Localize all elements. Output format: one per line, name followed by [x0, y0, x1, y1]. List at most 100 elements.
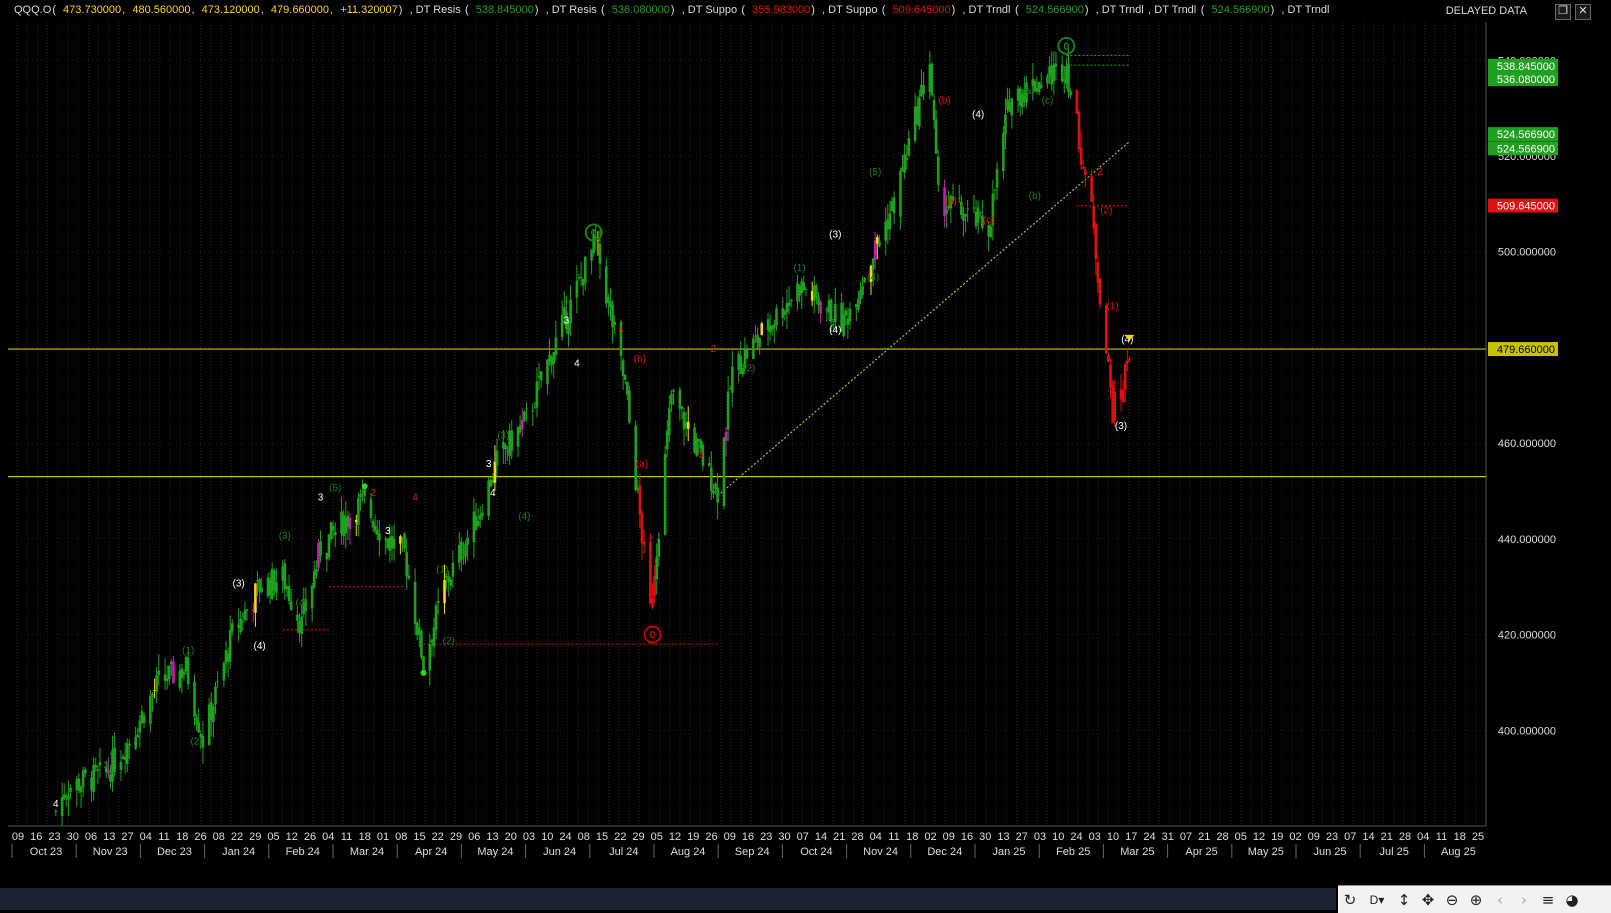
candle-body [640, 512, 644, 543]
candle-body [833, 304, 837, 323]
header-punct: , [122, 4, 126, 16]
candle-body [1067, 63, 1070, 92]
forward-icon[interactable]: › [1512, 888, 1536, 912]
candle-body [193, 681, 196, 717]
candle-body [678, 389, 682, 409]
back-icon[interactable]: ‹ [1488, 888, 1512, 912]
candle-body [476, 520, 480, 526]
wave-label: (1) [793, 263, 805, 274]
list-icon[interactable]: ≡ [1536, 888, 1560, 912]
range-icon[interactable]: ↕ [1392, 888, 1416, 912]
candle-body [239, 618, 243, 633]
zoom-in-icon[interactable]: ⊕ [1464, 888, 1488, 912]
candle-body [460, 541, 463, 560]
candle-body [1069, 91, 1072, 96]
wave-label: (3) [829, 229, 841, 240]
wave-label: (1) [182, 646, 194, 657]
wave-label: (3) [232, 579, 244, 590]
price-label-text: 538.845000 [1497, 61, 1555, 73]
x-day-tick: 21 [833, 831, 845, 843]
candle-body [857, 298, 860, 311]
candle-body [905, 157, 909, 161]
x-day-tick: 05 [1235, 831, 1247, 843]
x-day-tick: 21 [1198, 831, 1210, 843]
x-day-tick: 04 [322, 831, 334, 843]
x-month-label: Jul 24 [609, 846, 638, 858]
candle-body [957, 197, 961, 199]
x-day-tick: 11 [1436, 831, 1447, 843]
candle-body [92, 764, 95, 793]
x-day-tick: 11 [341, 831, 352, 843]
x-day-tick: 13 [103, 831, 115, 843]
candle-body [283, 563, 287, 590]
wave-label: (c) [1042, 95, 1054, 106]
candle-body [98, 762, 102, 766]
x-day-tick: 09 [724, 831, 736, 843]
indicator-name: , DT Trndl [962, 4, 1011, 16]
candle-body [1039, 84, 1043, 88]
y-tick-label: 500.000000 [1498, 247, 1556, 259]
candle-body [1077, 111, 1081, 150]
candle-body [228, 629, 232, 662]
candle-body [241, 621, 245, 623]
zoom-out-icon[interactable]: ⊖ [1440, 888, 1464, 912]
candle-body [369, 499, 373, 518]
candle-body [745, 349, 749, 359]
x-month-label: Aug 24 [671, 846, 706, 858]
candle-body [848, 308, 852, 322]
x-month-label: Aug 25 [1441, 846, 1476, 858]
price-label-text: 479.660000 [1497, 344, 1555, 356]
x-day-tick: 23 [48, 831, 60, 843]
price-label-text: 509.645000 [1497, 201, 1555, 213]
refresh-icon[interactable]: ↻ [1338, 888, 1362, 912]
x-month-label: Apr 24 [415, 846, 447, 858]
x-day-tick: 28 [1399, 831, 1411, 843]
x-day-tick: 12 [669, 831, 681, 843]
x-day-tick: 26 [194, 831, 206, 843]
x-day-tick: 18 [1454, 831, 1466, 843]
candle-body [535, 381, 539, 408]
candle-body [863, 278, 867, 283]
indicator-name: , DT Resis [545, 4, 597, 16]
wave-label: 3 [318, 493, 324, 504]
price-chart[interactable]: 400.000000 420.000000 440.000000 460.000000… [0, 0, 1611, 912]
wave-label: (1) [436, 564, 448, 575]
pan-icon[interactable]: ✥ [1416, 888, 1440, 912]
candle-body [731, 366, 734, 393]
period-label: D [1369, 892, 1379, 907]
x-month-label: Apr 25 [1185, 846, 1217, 858]
delayed-data-label: DELAYED DATA [1445, 5, 1527, 17]
candle-body [1002, 132, 1005, 172]
candle-body [443, 580, 446, 604]
candle-body [331, 525, 335, 531]
candle-body [289, 601, 293, 610]
wave-label: (2) [743, 363, 755, 374]
x-day-tick: 25 [1472, 831, 1484, 843]
candle-body [422, 656, 425, 670]
candle-body [428, 644, 432, 671]
indicator-name: , DT Resis [409, 4, 461, 16]
candle-body [531, 410, 535, 412]
wave-circle-label: 0 [649, 630, 655, 642]
candle-body [966, 208, 969, 210]
timeline-scroll-strip[interactable] [0, 888, 1336, 910]
period-select[interactable]: D▾ [1362, 888, 1392, 912]
x-day-tick: 07 [1344, 831, 1356, 843]
x-day-tick: 18 [359, 831, 371, 843]
candle-body [357, 497, 360, 525]
candle-body [930, 63, 934, 96]
candle-body [903, 154, 906, 173]
x-day-tick: 14 [1362, 831, 1374, 843]
candle-body [300, 616, 303, 634]
close-icon[interactable]: ✕ [1575, 4, 1591, 20]
restore-icon[interactable]: ❐ [1555, 4, 1571, 20]
wave-label: 4 [574, 359, 580, 370]
header-punct: ( [1200, 4, 1205, 16]
x-day-tick: 06 [85, 831, 97, 843]
x-day-tick: 22 [614, 831, 626, 843]
header-punct: ( [1014, 4, 1019, 16]
x-day-tick: 09 [12, 831, 24, 843]
palette-icon[interactable]: ◕ [1560, 888, 1584, 912]
wave-label: (4) [829, 325, 841, 336]
wave-label: 2 [1097, 167, 1103, 178]
